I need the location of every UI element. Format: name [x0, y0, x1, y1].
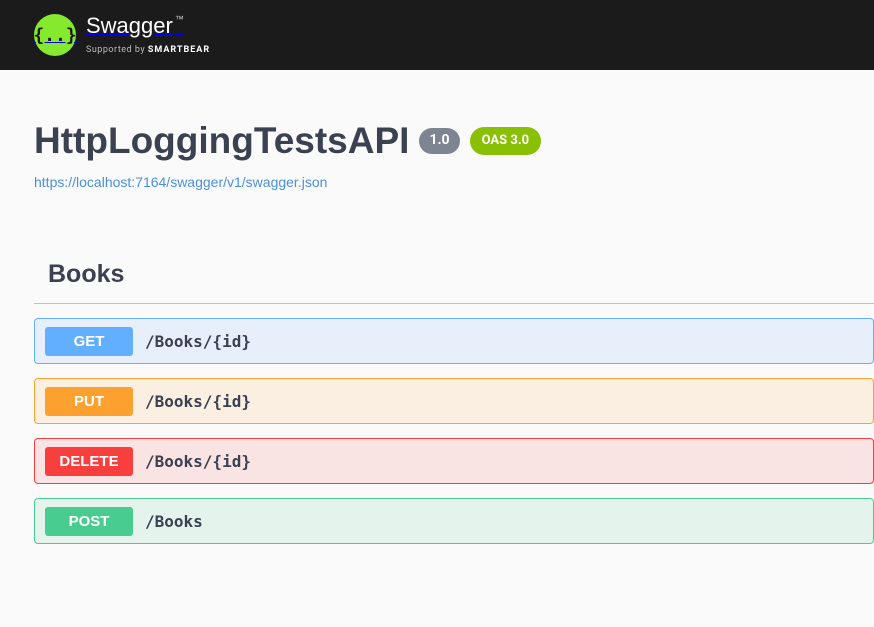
api-header: HttpLoggingTestsAPI 1.0 OAS 3.0 — [34, 120, 874, 162]
swagger-logo-link[interactable]: {..} Swagger™ Supported by SMARTBEAR — [34, 14, 210, 56]
op-method-badge: GET — [45, 327, 133, 356]
swagger-brand-name: Swagger™ — [86, 13, 184, 38]
topbar: {..} Swagger™ Supported by SMARTBEAR — [0, 0, 874, 70]
op-path: /Books/{id} — [145, 452, 251, 471]
op-method-badge: DELETE — [45, 447, 133, 476]
opblock-delete[interactable]: DELETE/Books/{id} — [34, 438, 874, 484]
oas-version-badge: OAS 3.0 — [470, 127, 542, 155]
op-path: /Books/{id} — [145, 332, 251, 351]
operations-list: GET/Books/{id}PUT/Books/{id}DELETE/Books… — [34, 318, 874, 544]
swagger-logo-icon: {..} — [34, 14, 76, 56]
api-title: HttpLoggingTestsAPI — [34, 120, 409, 162]
op-method-badge: PUT — [45, 387, 133, 416]
spec-url-link[interactable]: https://localhost:7164/swagger/v1/swagge… — [34, 174, 874, 190]
opblock-put[interactable]: PUT/Books/{id} — [34, 378, 874, 424]
opblock-post[interactable]: POST/Books — [34, 498, 874, 544]
op-method-badge: POST — [45, 507, 133, 536]
tag-divider — [34, 303, 874, 304]
swagger-supported-by: Supported by SMARTBEAR — [86, 45, 210, 55]
op-path: /Books — [145, 512, 203, 531]
tag-heading[interactable]: Books — [48, 260, 874, 289]
opblock-get[interactable]: GET/Books/{id} — [34, 318, 874, 364]
op-path: /Books/{id} — [145, 392, 251, 411]
api-version-badge: 1.0 — [419, 128, 459, 154]
